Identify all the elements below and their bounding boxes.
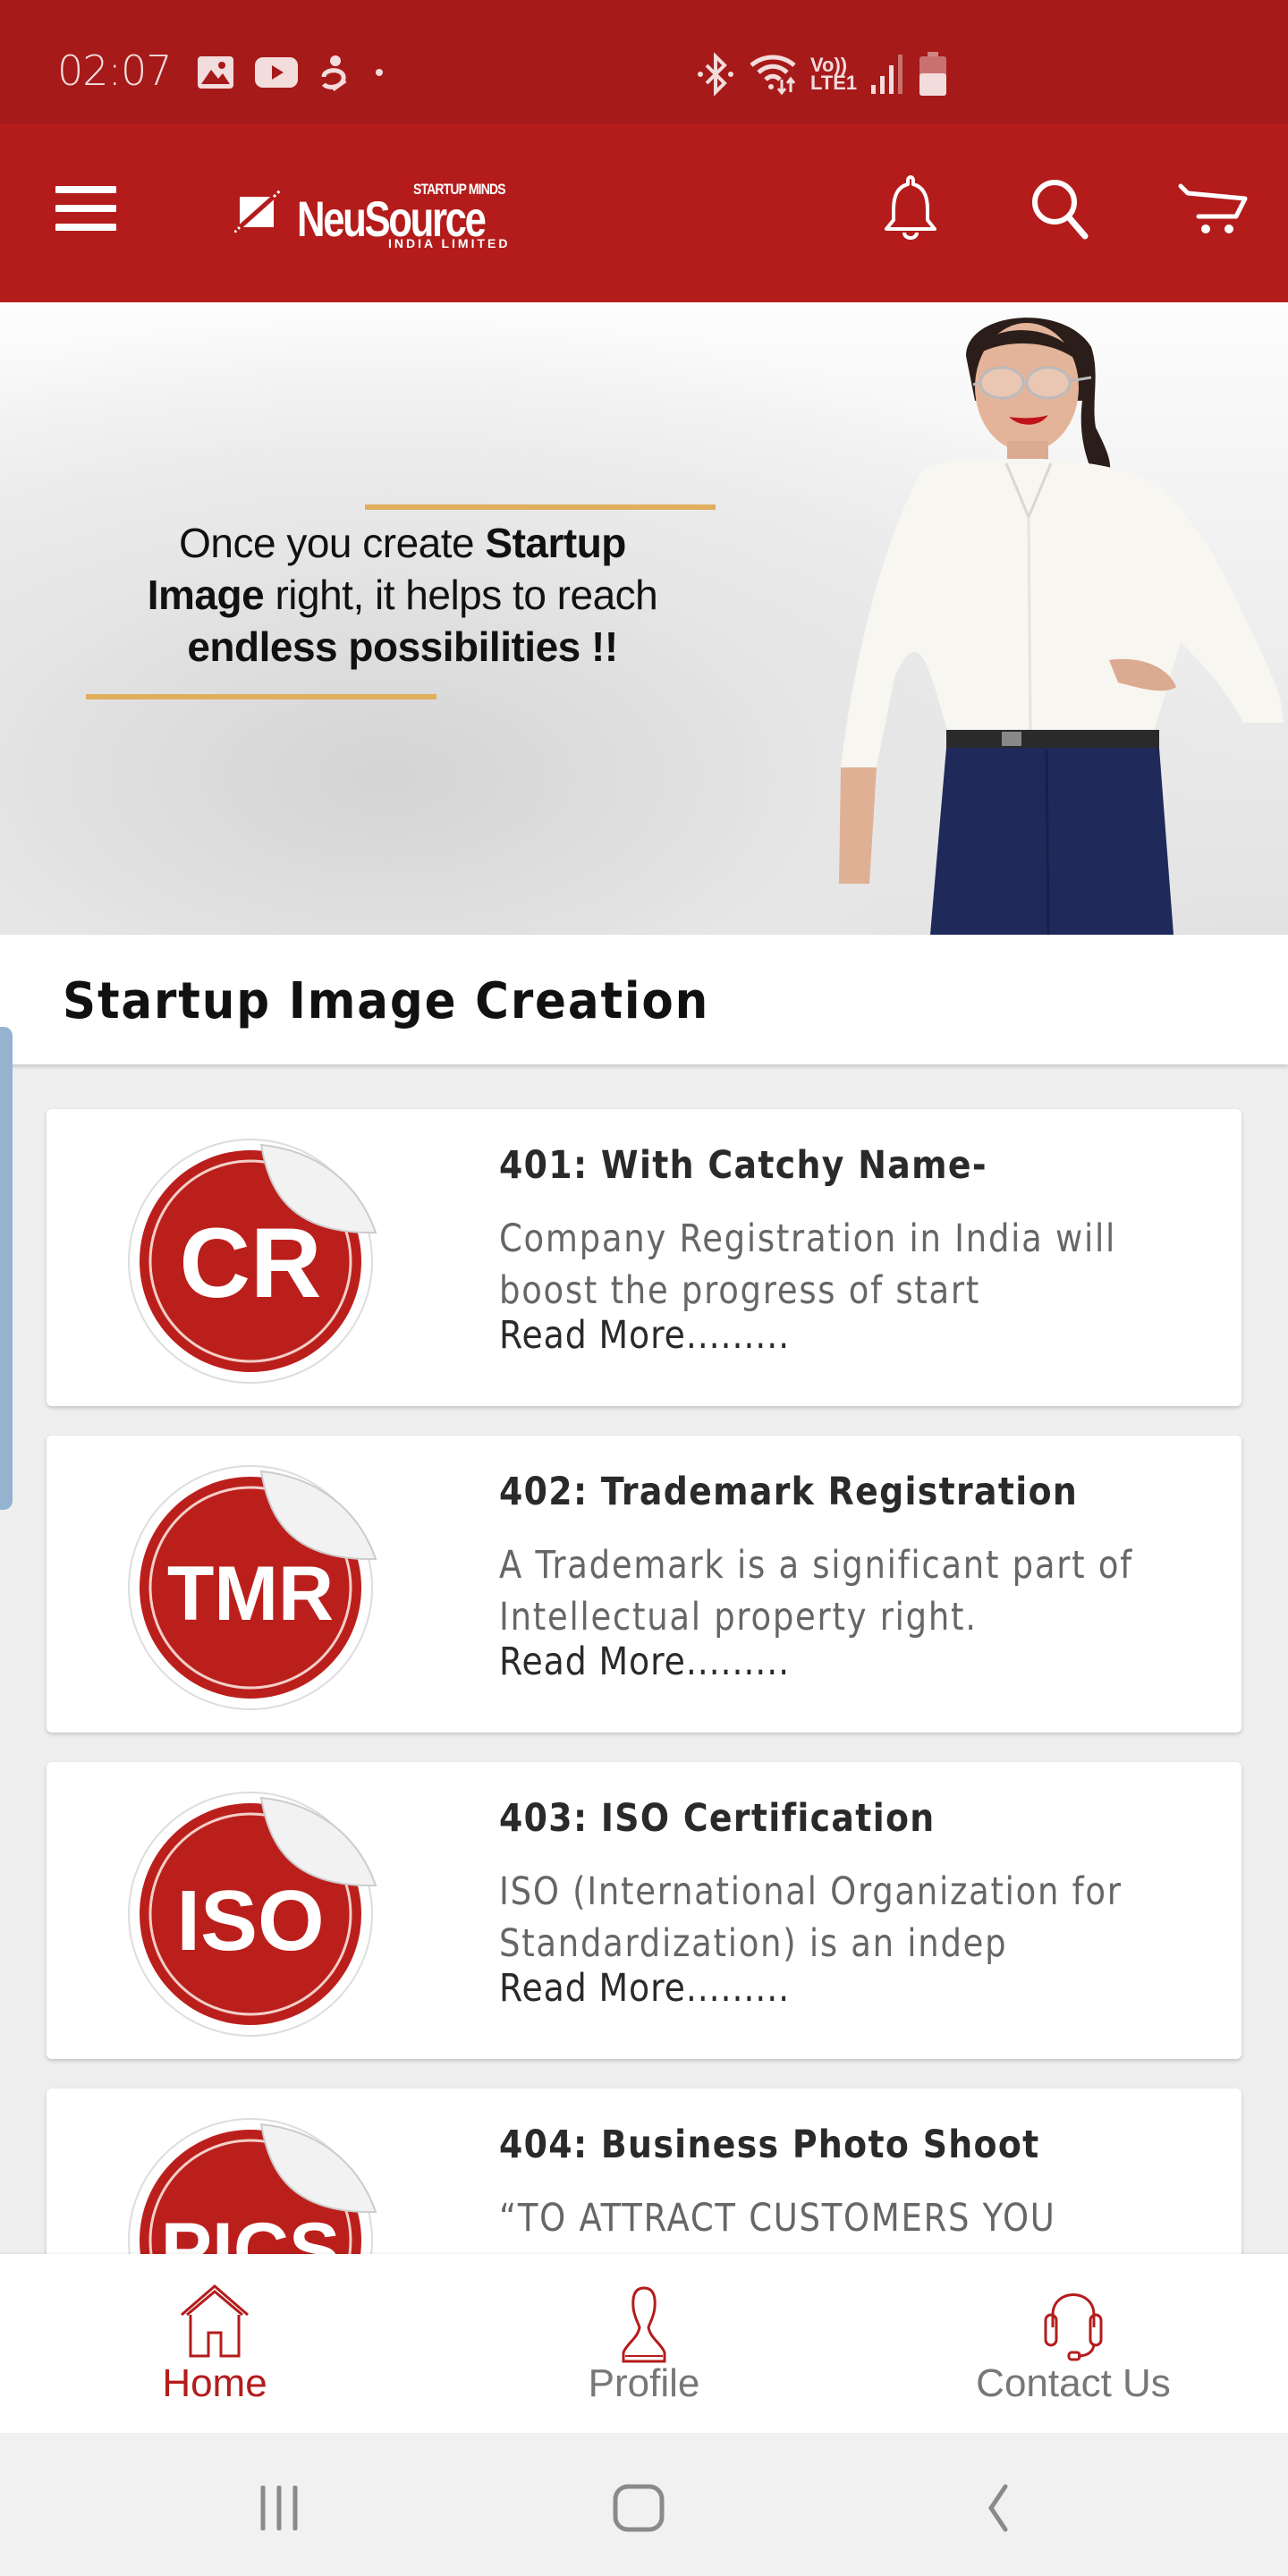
banner-line-2: Image right, it helps to reach	[89, 569, 716, 621]
section-title: Startup Image Creation	[63, 972, 710, 1030]
nav-item-contact[interactable]: Contact Us	[859, 2254, 1288, 2433]
banner-accent-rule-top	[365, 504, 716, 510]
cart-button[interactable]	[1177, 174, 1249, 245]
tmr-badge-icon: TMR	[128, 1465, 377, 1710]
pics-badge-icon: PICS	[128, 2118, 377, 2254]
menu-icon-bar	[55, 224, 116, 231]
read-more-link[interactable]: Read More.........	[499, 1313, 790, 1358]
section-header: Startup Image Creation	[0, 935, 1288, 1064]
signal-icon	[871, 55, 903, 94]
card-title: 403: ISO Certification	[499, 1796, 936, 1841]
status-bar: 02:07 Vo)) LTE1	[0, 0, 1288, 123]
headset-icon	[1044, 2293, 1103, 2361]
badge-text: PICS	[161, 2207, 341, 2254]
youtube-icon	[255, 57, 298, 88]
banner-tagline: Once you create Startup Image right, it …	[89, 517, 716, 673]
card-description: A Trademark is a significant part of Int…	[499, 1543, 1133, 1640]
nav-item-home[interactable]: Home	[0, 2254, 429, 2433]
banner-line-1: Once you create Startup	[89, 517, 716, 569]
banner-line-3: endless possibilities !!	[89, 621, 716, 673]
card-title: 402: Trademark Registration	[499, 1470, 1079, 1514]
banner-text-bold: Image	[147, 572, 265, 618]
system-home-button[interactable]	[585, 2472, 692, 2544]
service-card[interactable]: TMR 402: Trademark Registration A Tradem…	[47, 1436, 1241, 1733]
menu-icon-bar	[55, 205, 116, 212]
cr-badge-icon: CR	[128, 1139, 377, 1384]
dot-icon	[376, 69, 383, 76]
gallery-icon	[198, 56, 233, 89]
service-card[interactable]: PICS 404: Business Photo Shoot “TO ATTRA…	[47, 2089, 1241, 2254]
search-icon	[1032, 180, 1089, 240]
app-notification-icon	[321, 55, 347, 91]
badge-text: TMR	[167, 1551, 334, 1637]
bottom-navigation: Home Profile Contact Us	[0, 2254, 1288, 2433]
read-more-link[interactable]: Read More.........	[499, 1966, 790, 2011]
banner-text-bold: Startup	[485, 520, 626, 566]
card-title: 404: Business Photo Shoot	[499, 2123, 1040, 2167]
banner-text-bold: endless possibilities !!	[187, 623, 618, 670]
status-system-icons: Vo)) LTE1	[696, 52, 948, 97]
bell-icon	[885, 175, 936, 240]
profile-icon	[622, 2286, 666, 2363]
badge-text: ISO	[176, 1873, 324, 1969]
search-button[interactable]	[1025, 174, 1097, 245]
recent-apps-button[interactable]	[225, 2472, 333, 2544]
wifi-icon	[750, 55, 796, 96]
brand-logo[interactable]: STARTUP MINDS NeuSource INDIA LIMITED	[224, 177, 546, 258]
app-bar: STARTUP MINDS NeuSource INDIA LIMITED	[0, 123, 1288, 302]
logo-mark-icon	[234, 190, 281, 233]
card-description: Company Registration in India will boost…	[499, 1216, 1116, 1313]
system-navigation-bar	[0, 2433, 1288, 2576]
logo-subtitle: INDIA LIMITED	[388, 236, 511, 250]
scrollbar-thumb[interactable]	[0, 1027, 13, 1510]
status-time: 02:07	[57, 47, 173, 95]
recent-apps-icon	[260, 2486, 298, 2530]
banner-accent-rule-bottom	[86, 694, 436, 699]
nav-item-profile[interactable]: Profile	[429, 2254, 859, 2433]
service-card-list[interactable]: CR 401: With Catchy Name- Company Regist…	[0, 1064, 1288, 2254]
hero-banner[interactable]: Once you create Startup Image right, it …	[0, 302, 1288, 935]
nav-label: Home	[162, 2361, 267, 2405]
battery-icon	[919, 52, 947, 96]
back-icon	[987, 2484, 1008, 2532]
menu-icon-bar	[55, 186, 116, 193]
cart-icon	[1178, 183, 1248, 233]
notifications-button[interactable]	[875, 174, 946, 245]
home-icon	[181, 2284, 249, 2358]
home-circle-icon	[613, 2484, 665, 2532]
lte-label: LTE1	[810, 72, 858, 94]
volte-indicator: Vo)) LTE1	[810, 55, 858, 94]
banner-model-photo	[839, 318, 1284, 935]
status-notification-icons	[197, 54, 390, 91]
back-button[interactable]	[945, 2472, 1052, 2544]
banner-text-regular: right, it helps to reach	[264, 572, 658, 618]
menu-button[interactable]	[55, 186, 116, 238]
nav-label: Contact Us	[976, 2361, 1171, 2405]
card-description: “TO ATTRACT CUSTOMERS YOU	[499, 2196, 1056, 2241]
bluetooth-icon	[698, 53, 733, 96]
nav-label: Profile	[588, 2361, 700, 2405]
service-card[interactable]: ISO 403: ISO Certification ISO (Internat…	[47, 1762, 1241, 2059]
badge-text: CR	[180, 1208, 322, 1318]
service-card[interactable]: CR 401: With Catchy Name- Company Regist…	[47, 1109, 1241, 1406]
card-title: 401: With Catchy Name-	[499, 1143, 987, 1188]
iso-badge-icon: ISO	[128, 1792, 377, 2037]
read-more-link[interactable]: Read More.........	[499, 1640, 790, 1684]
card-description: ISO (International Organization for Stan…	[499, 1869, 1123, 1966]
banner-text-regular: Once you create	[179, 520, 486, 566]
